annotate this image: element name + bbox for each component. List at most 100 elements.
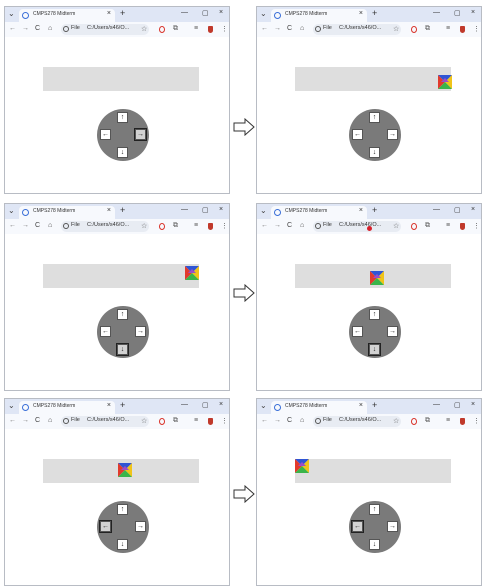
new-tab-button[interactable]: + [120,8,125,18]
address-bar[interactable]: File C:/Users/s46/O... [313,221,401,232]
forward-icon[interactable]: → [22,222,29,229]
opera-icon[interactable] [159,223,165,230]
address-bar[interactable]: File C:/Users/s46/O... [313,416,401,427]
profile-icon[interactable]: ≡ [194,417,198,424]
reload-icon[interactable]: C [35,25,40,32]
bookmark-star-icon[interactable]: ☆ [141,417,147,425]
active-tab[interactable]: CMPS278 Midterm × [271,401,367,414]
forward-icon[interactable]: → [274,417,281,424]
window-close-icon[interactable]: × [471,206,475,213]
minimize-icon[interactable]: — [433,206,440,213]
url-text[interactable]: C:/Users/s46/O... [87,222,129,228]
active-tab[interactable]: CMPS278 Midterm × [19,9,115,22]
url-text[interactable]: C:/Users/s46/O... [87,417,129,423]
up-arrow-button[interactable]: ↑ [117,112,128,123]
address-bar[interactable]: File C:/Users/s46/O... [313,24,401,35]
shield-icon[interactable] [460,223,465,230]
right-arrow-button[interactable]: → [134,128,147,141]
bookmark-star-icon[interactable]: ☆ [393,417,399,425]
left-arrow-button[interactable]: ← [100,326,111,337]
back-icon[interactable]: ← [261,222,268,229]
profile-icon[interactable]: ≡ [446,417,450,424]
home-icon[interactable]: ⌂ [48,25,52,32]
forward-icon[interactable]: → [22,25,29,32]
tab-close-icon[interactable]: × [107,402,111,409]
up-arrow-button[interactable]: ↑ [117,309,128,320]
window-close-icon[interactable]: × [219,206,223,213]
extensions-icon[interactable]: ⧉ [173,25,178,33]
tab-close-icon[interactable]: × [107,10,111,17]
info-icon[interactable] [315,26,321,32]
reload-icon[interactable]: C [287,25,292,32]
browser-menu-icon[interactable]: ⋮ [221,25,228,33]
minimize-icon[interactable]: — [181,401,188,408]
address-bar[interactable]: File C:/Users/s46/O... [61,24,149,35]
url-text[interactable]: C:/Users/s46/O... [339,25,381,31]
down-arrow-button[interactable]: ↓ [116,343,129,356]
bookmark-star-icon[interactable]: ☆ [393,25,399,33]
extensions-icon[interactable]: ⧉ [173,222,178,230]
address-bar[interactable]: File C:/Users/s46/O... [61,221,149,232]
home-icon[interactable]: ⌂ [48,222,52,229]
tab-close-icon[interactable]: × [359,10,363,17]
down-arrow-button[interactable]: ↓ [369,147,380,158]
url-text[interactable]: C:/Users/s46/O... [339,222,381,228]
bookmark-star-icon[interactable]: ☆ [141,222,147,230]
left-arrow-button[interactable]: ← [100,129,111,140]
tab-search-icon[interactable]: ⌄ [260,9,267,18]
down-arrow-button[interactable]: ↓ [368,343,381,356]
browser-menu-icon[interactable]: ⋮ [221,222,228,230]
left-arrow-button[interactable]: ← [352,326,363,337]
extensions-icon[interactable]: ⧉ [173,417,178,425]
browser-menu-icon[interactable]: ⋮ [473,25,480,33]
reload-icon[interactable]: C [35,222,40,229]
active-tab[interactable]: CMPS278 Midterm × [271,9,367,22]
maximize-icon[interactable]: ▢ [454,401,461,409]
maximize-icon[interactable]: ▢ [454,9,461,17]
bookmark-star-icon[interactable]: ☆ [141,25,147,33]
opera-icon[interactable] [159,418,165,425]
reload-icon[interactable]: C [287,222,292,229]
extensions-icon[interactable]: ⧉ [425,25,430,33]
forward-icon[interactable]: → [274,222,281,229]
back-icon[interactable]: ← [261,417,268,424]
extensions-icon[interactable]: ⧉ [425,222,430,230]
profile-icon[interactable]: ≡ [194,25,198,32]
url-text[interactable]: C:/Users/s46/O... [339,417,381,423]
right-arrow-button[interactable]: → [387,326,398,337]
new-tab-button[interactable]: + [372,400,377,410]
info-icon[interactable] [315,223,321,229]
back-icon[interactable]: ← [9,25,16,32]
minimize-icon[interactable]: — [181,206,188,213]
active-tab[interactable]: CMPS278 Midterm × [19,206,115,219]
new-tab-button[interactable]: + [372,205,377,215]
right-arrow-button[interactable]: → [387,129,398,140]
forward-icon[interactable]: → [22,417,29,424]
new-tab-button[interactable]: + [120,400,125,410]
new-tab-button[interactable]: + [372,8,377,18]
info-icon[interactable] [315,418,321,424]
new-tab-button[interactable]: + [120,205,125,215]
right-arrow-button[interactable]: → [135,521,146,532]
maximize-icon[interactable]: ▢ [202,9,209,17]
tab-search-icon[interactable]: ⌄ [260,401,267,410]
home-icon[interactable]: ⌂ [300,222,304,229]
active-tab[interactable]: CMPS278 Midterm × [19,401,115,414]
tab-search-icon[interactable]: ⌄ [8,401,15,410]
browser-menu-icon[interactable]: ⋮ [473,417,480,425]
minimize-icon[interactable]: — [433,9,440,16]
opera-icon[interactable] [411,26,417,33]
extensions-icon[interactable]: ⧉ [425,417,430,425]
down-arrow-button[interactable]: ↓ [117,147,128,158]
back-icon[interactable]: ← [261,25,268,32]
left-arrow-button[interactable]: ← [99,520,112,533]
active-tab[interactable]: CMPS278 Midterm × [271,206,367,219]
profile-icon[interactable]: ≡ [446,222,450,229]
url-text[interactable]: C:/Users/s46/O... [87,25,129,31]
profile-icon[interactable]: ≡ [194,222,198,229]
browser-menu-icon[interactable]: ⋮ [473,222,480,230]
left-arrow-button[interactable]: ← [352,129,363,140]
up-arrow-button[interactable]: ↑ [369,504,380,515]
profile-icon[interactable]: ≡ [446,25,450,32]
tab-search-icon[interactable]: ⌄ [260,206,267,215]
